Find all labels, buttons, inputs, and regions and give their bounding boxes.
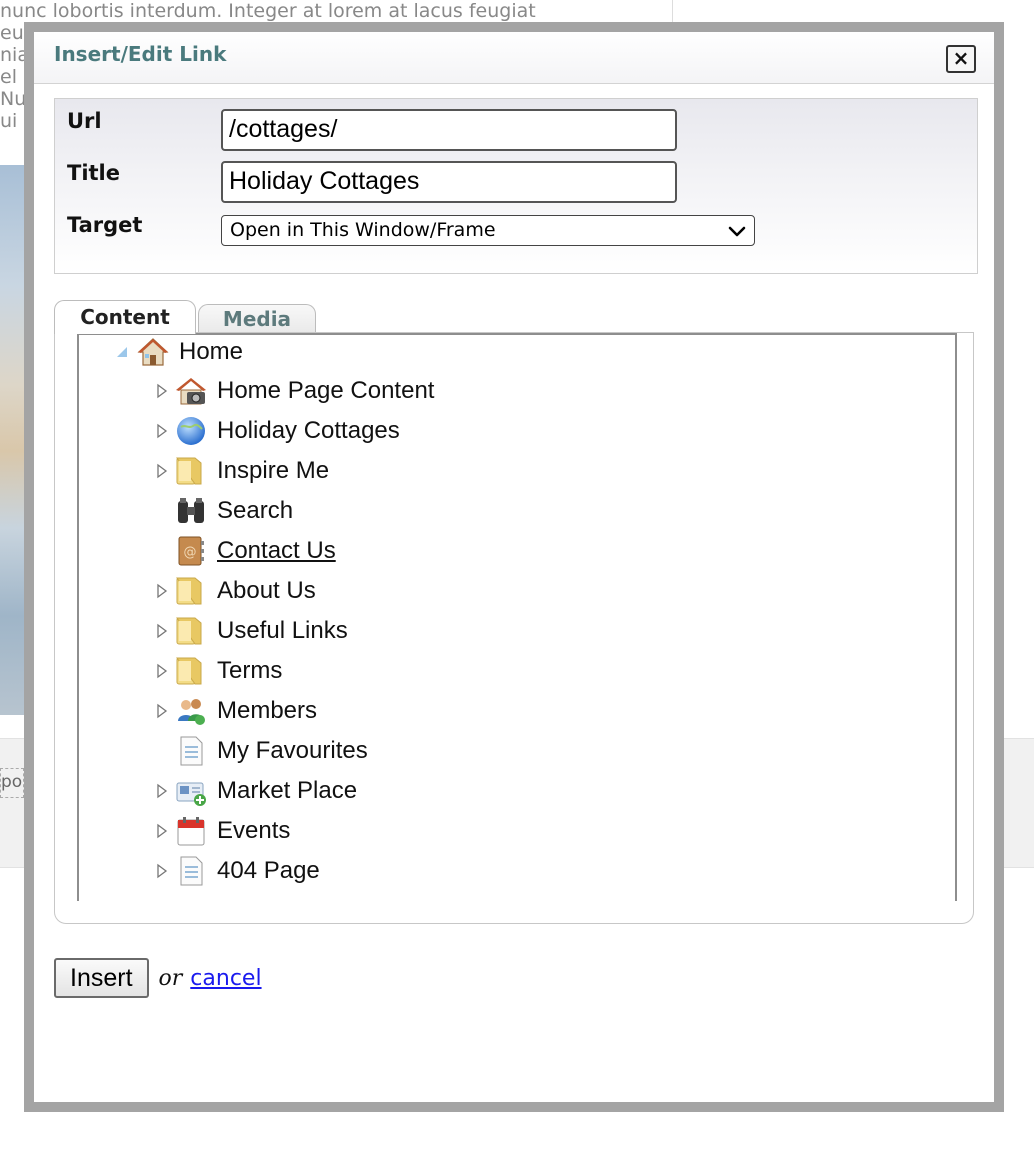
expand-arrow-icon[interactable]	[155, 421, 169, 441]
background-divider	[672, 0, 673, 22]
tree-item-label: Home	[179, 338, 244, 365]
dialog-actions: Insert or cancel	[54, 958, 262, 998]
tree-item-about-us[interactable]: About Us	[155, 573, 855, 609]
title-input[interactable]: Holiday Cottages	[221, 161, 677, 203]
calendar-icon	[177, 817, 205, 846]
or-text: or	[158, 965, 183, 991]
insert-link-dialog: Insert/Edit Link × Url /cottages/ Title …	[34, 32, 994, 1102]
dialog-header: Insert/Edit Link ×	[34, 32, 994, 84]
tree-item-label: Home Page Content	[217, 377, 435, 404]
tree-item-label: 404 Page	[217, 857, 320, 884]
tree-item-useful-links[interactable]: Useful Links	[155, 613, 855, 649]
url-input[interactable]: /cottages/	[221, 109, 677, 151]
insert-button[interactable]: Insert	[54, 958, 149, 998]
tree-item-404-page[interactable]: 404 Page	[155, 853, 855, 889]
tree-item-holiday-cottages[interactable]: Holiday Cottages	[155, 413, 855, 449]
cancel-link[interactable]: cancel	[190, 966, 261, 991]
expand-arrow-icon[interactable]	[155, 461, 169, 481]
close-button[interactable]: ×	[946, 45, 976, 73]
link-fields: Url /cottages/ Title Holiday Cottages Ta…	[54, 98, 978, 274]
tree-item-terms[interactable]: Terms	[155, 653, 855, 689]
target-selected-value: Open in This Window/Frame	[230, 219, 496, 241]
expand-arrow-icon[interactable]	[155, 381, 169, 401]
tree-item-members[interactable]: Members	[155, 693, 855, 729]
collapse-arrow-icon[interactable]	[115, 345, 129, 359]
expand-arrow-icon[interactable]	[155, 581, 169, 601]
document-icon	[180, 856, 203, 886]
background-photo	[0, 165, 24, 715]
tree-item-label: Events	[217, 817, 291, 844]
tree-item-search[interactable]: Search	[155, 493, 855, 529]
tree-item-label: Members	[217, 697, 318, 724]
dialog-title: Insert/Edit Link	[54, 42, 227, 66]
background-input: pos	[0, 768, 24, 798]
tree-item-events[interactable]: Events	[155, 813, 855, 849]
binoculars-icon	[178, 498, 204, 523]
title-label: Title	[67, 161, 121, 185]
background-text-line: nunc lobortis interdum. Integer at lorem…	[0, 0, 536, 22]
content-tree-panel: Home Home Page Content Holiday Cottages …	[54, 332, 974, 924]
members-icon	[178, 699, 205, 725]
expand-arrow-icon[interactable]	[155, 621, 169, 641]
tree-item-label: Contact Us	[217, 537, 336, 564]
tree-item-label: Holiday Cottages	[217, 417, 400, 444]
folder-icon	[176, 617, 202, 645]
tree-item-label: About Us	[217, 577, 316, 604]
tree-item-home-page-content[interactable]: Home Page Content	[155, 373, 855, 409]
tree-item-label: My Favourites	[217, 737, 368, 764]
folder-icon	[176, 577, 202, 605]
tree-item-my-favourites[interactable]: My Favourites	[155, 733, 855, 769]
target-select[interactable]: Open in This Window/Frame	[221, 215, 755, 246]
document-icon	[180, 736, 203, 766]
expand-arrow-icon[interactable]	[155, 701, 169, 721]
tree-item-market-place[interactable]: Market Place	[155, 773, 855, 809]
tree-item-label: Market Place	[217, 777, 358, 804]
expand-arrow-icon[interactable]	[155, 781, 169, 801]
tab-media[interactable]: Media	[198, 304, 316, 334]
expand-arrow-icon[interactable]	[155, 861, 169, 881]
globe-icon	[177, 417, 205, 445]
house-icon	[137, 338, 169, 366]
house-camera-icon	[176, 378, 206, 405]
tree-root-home[interactable]: Home	[115, 335, 243, 369]
tree-item-label: Search	[217, 497, 294, 524]
content-tree[interactable]: Home Home Page Content Holiday Cottages …	[77, 333, 957, 901]
address-book-icon: @	[178, 536, 204, 566]
svg-text:@: @	[184, 545, 197, 560]
tree-item-contact-us[interactable]: @ Contact Us	[155, 533, 855, 569]
folder-icon	[176, 457, 202, 485]
tree-item-label: Terms	[217, 657, 283, 684]
folder-icon	[176, 657, 202, 685]
marketplace-icon	[176, 782, 206, 806]
tree-item-label: Inspire Me	[217, 457, 330, 484]
tree-item-inspire-me[interactable]: Inspire Me	[155, 453, 855, 489]
url-label: Url	[67, 109, 102, 133]
target-label: Target	[67, 213, 143, 237]
tab-content[interactable]: Content	[54, 300, 196, 334]
expand-arrow-icon[interactable]	[155, 821, 169, 841]
chevron-down-icon	[728, 226, 746, 237]
expand-arrow-icon[interactable]	[155, 661, 169, 681]
tree-item-label: Useful Links	[217, 617, 348, 644]
